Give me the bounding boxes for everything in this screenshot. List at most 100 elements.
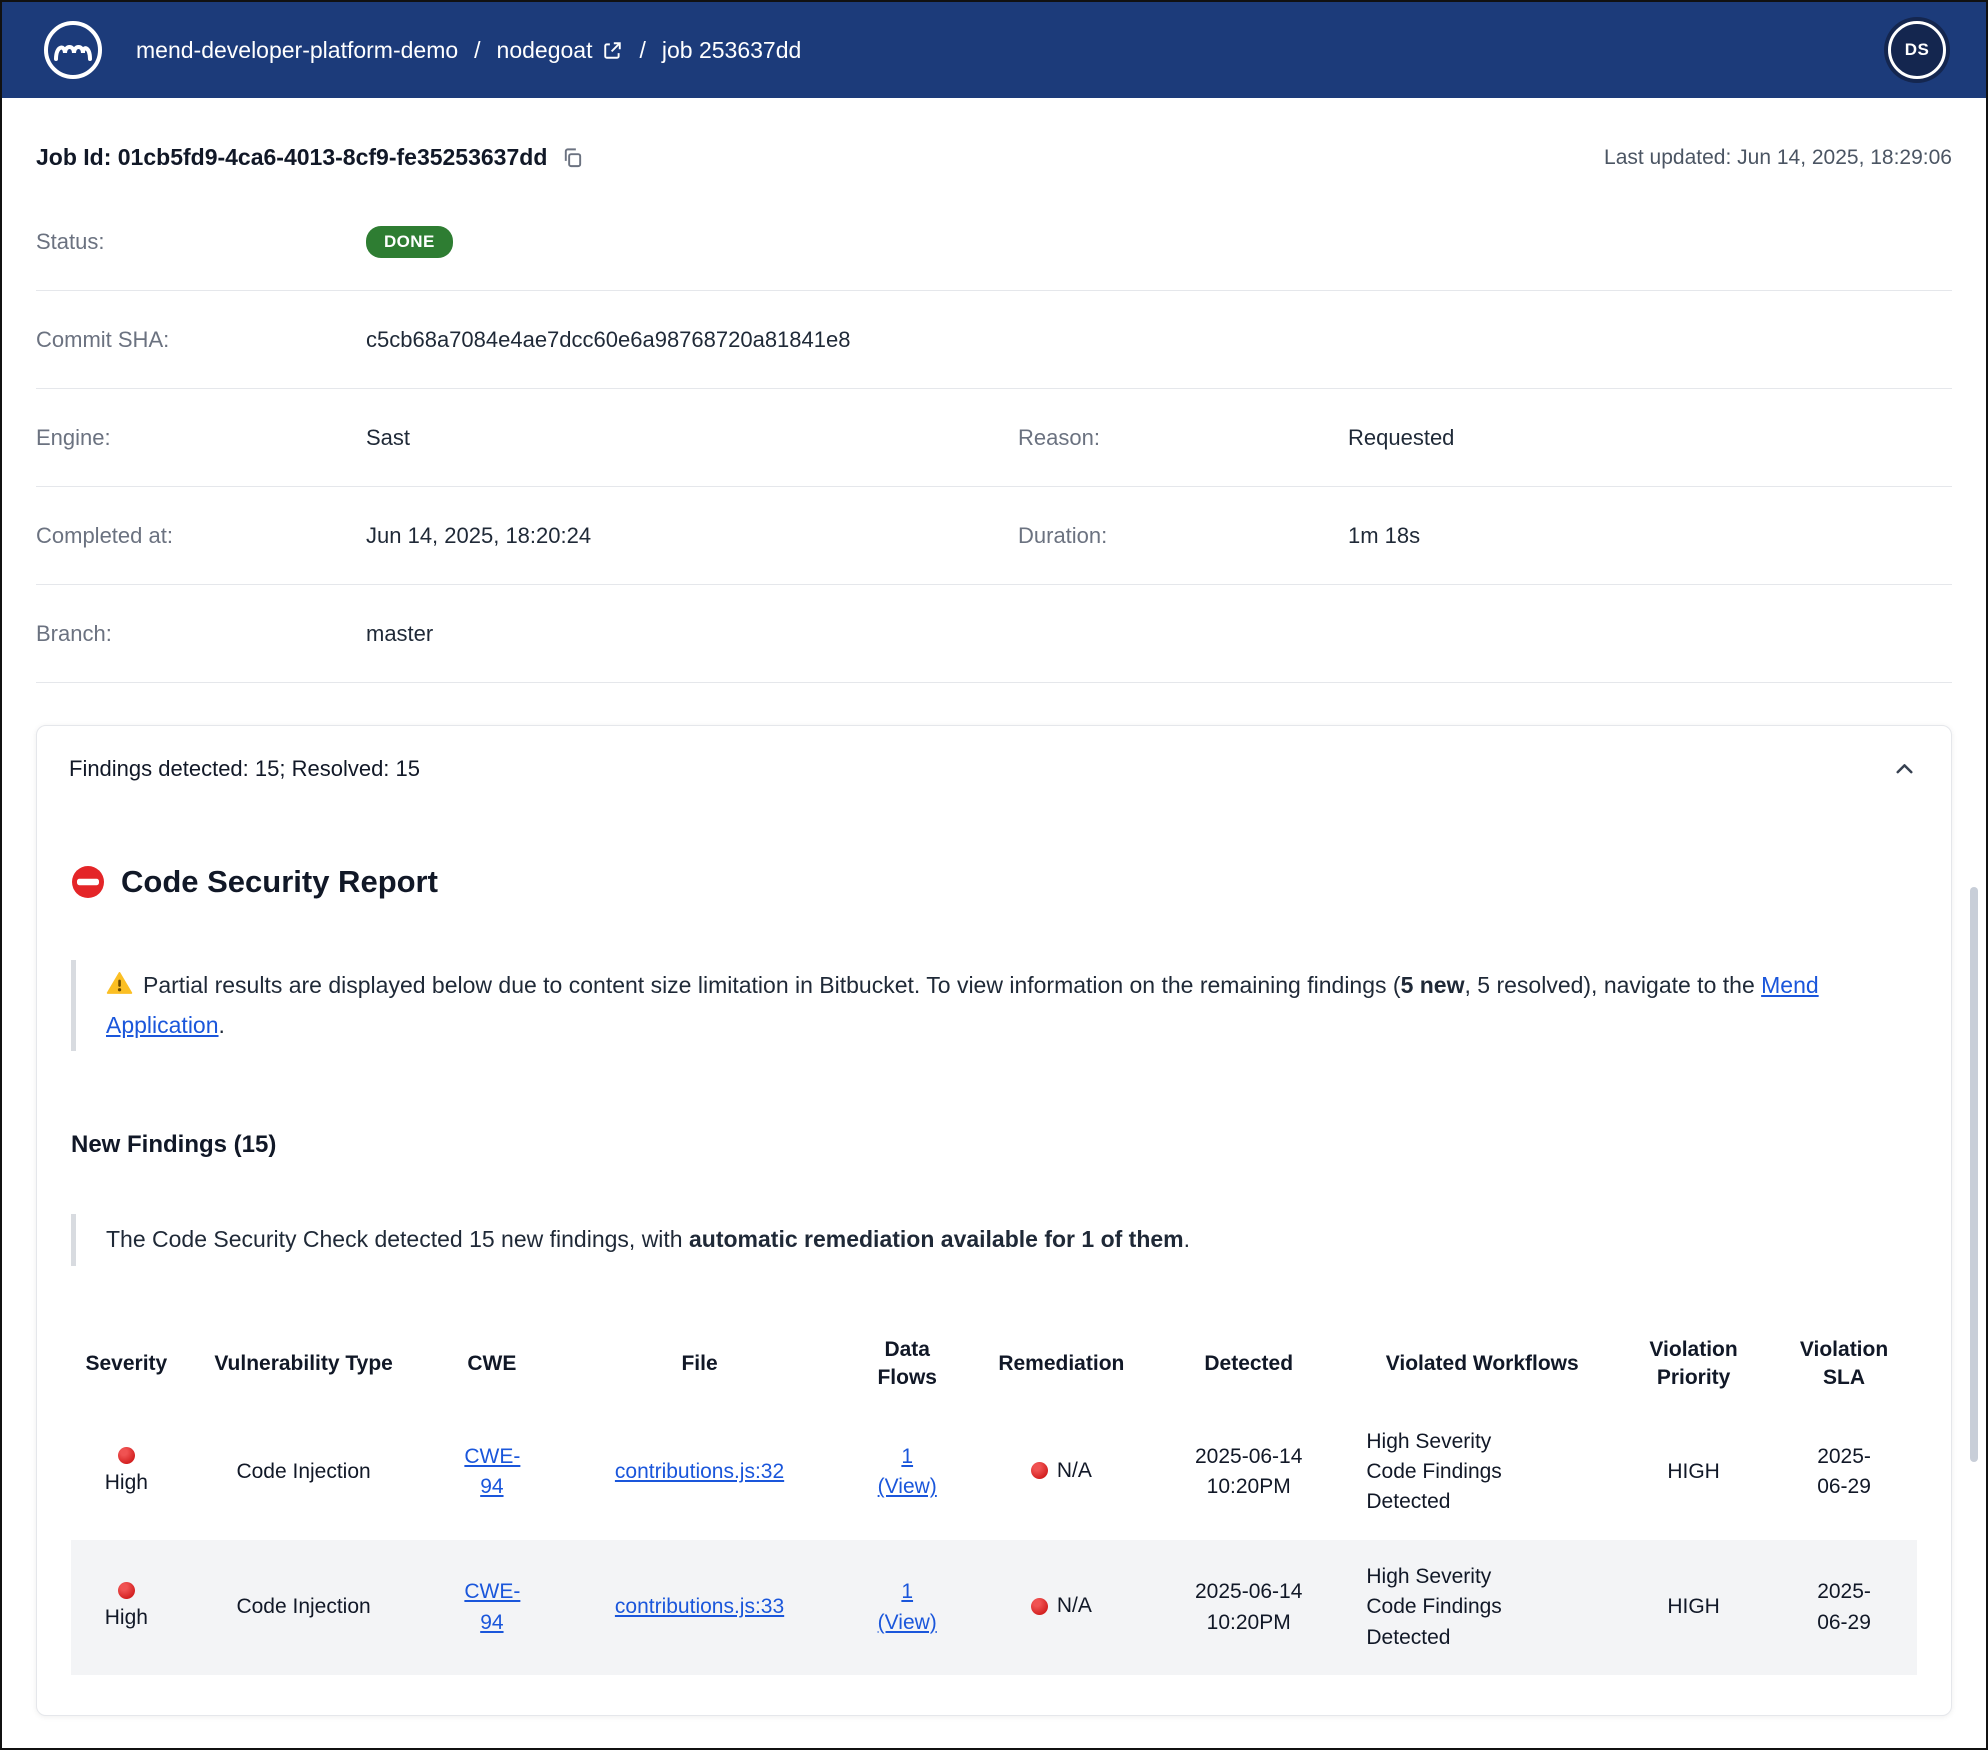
completed-at-value: Jun 14, 2025, 18:20:24 xyxy=(366,523,1018,549)
violated-workflows-cell: High Severity Code Findings Detected xyxy=(1348,1405,1616,1540)
engine-label: Engine: xyxy=(36,425,366,451)
violation-sla-cell: 2025-06-29 xyxy=(1771,1405,1917,1540)
notice-bold: 5 new xyxy=(1401,972,1465,998)
col-detected: Detected xyxy=(1149,1324,1348,1405)
job-details: Status: DONE Commit SHA: c5cb68a7084e4ae… xyxy=(36,193,1952,683)
finding-row: High Code Injection CWE-94 contributions… xyxy=(71,1405,1917,1540)
engine-value: Sast xyxy=(366,425,1018,451)
report-title: Code Security Report xyxy=(121,864,438,900)
warning-icon xyxy=(106,970,133,1008)
col-data-flows: Data Flows xyxy=(841,1324,974,1405)
violation-priority-cell: HIGH xyxy=(1616,1405,1771,1540)
report-title-row: Code Security Report xyxy=(71,864,1917,900)
cwe-link[interactable]: CWE-94 xyxy=(464,1577,519,1638)
detection-summary: The Code Security Check detected 15 new … xyxy=(71,1214,1917,1266)
status-badge: DONE xyxy=(366,226,453,258)
engine-reason-row: Engine: Sast Reason: Requested xyxy=(36,389,1952,487)
no-entry-icon xyxy=(71,865,105,899)
col-file: File xyxy=(558,1324,840,1405)
job-header: Job Id: 01cb5fd9-4ca6-4013-8cf9-fe352536… xyxy=(36,144,1952,171)
detected-cell: 2025-06-14 10:20PM xyxy=(1149,1540,1348,1675)
findings-table: Severity Vulnerability Type CWE File Dat… xyxy=(71,1324,1917,1675)
new-findings-heading: New Findings (15) xyxy=(71,1131,1917,1159)
main-content: Job Id: 01cb5fd9-4ca6-4013-8cf9-fe352536… xyxy=(2,144,1986,683)
breadcrumb-project[interactable]: mend-developer-platform-demo xyxy=(136,37,458,64)
col-violation-priority: Violation Priority xyxy=(1616,1324,1771,1405)
cwe-link[interactable]: CWE-94 xyxy=(464,1442,519,1503)
severity-high-icon xyxy=(118,1447,135,1464)
breadcrumb-repo-label: nodegoat xyxy=(497,37,593,64)
copy-job-id-button[interactable] xyxy=(561,146,584,169)
scrollbar[interactable] xyxy=(1970,887,1978,1462)
file-cell: contributions.js:33 xyxy=(558,1540,840,1675)
code-security-report: Code Security Report Partial results are… xyxy=(65,864,1923,1675)
copy-icon xyxy=(561,146,584,169)
external-link-icon xyxy=(602,40,623,61)
remediation-cell: N/A xyxy=(974,1405,1149,1540)
status-value: DONE xyxy=(366,226,1952,258)
data-flows-cell: 1 (View) xyxy=(841,1540,974,1675)
findings-summary: Findings detected: 15; Resolved: 15 xyxy=(69,756,420,782)
collapse-button[interactable] xyxy=(1892,757,1917,782)
header-row: Severity Vulnerability Type CWE File Dat… xyxy=(71,1324,1917,1405)
detected-cell: 2025-06-14 10:20PM xyxy=(1149,1405,1348,1540)
chevron-up-icon xyxy=(1892,757,1917,782)
file-link[interactable]: contributions.js:32 xyxy=(615,1460,784,1483)
data-flows-link[interactable]: 1 (View) xyxy=(877,1442,937,1503)
reason-value: Requested xyxy=(1348,425,1952,451)
status-label: Status: xyxy=(36,229,366,255)
last-updated: Last updated: Jun 14, 2025, 18:29:06 xyxy=(1604,146,1952,170)
notice-text-3: . xyxy=(219,1012,225,1038)
findings-table-head: Severity Vulnerability Type CWE File Dat… xyxy=(71,1324,1917,1405)
branch-row: Branch: master xyxy=(36,585,1952,683)
commit-sha-value: c5cb68a7084e4ae7dcc60e6a98768720a81841e8 xyxy=(366,327,1952,353)
commit-row: Commit SHA: c5cb68a7084e4ae7dcc60e6a9876… xyxy=(36,291,1952,389)
branch-label: Branch: xyxy=(36,621,366,647)
vulnerability-type-cell: Code Injection xyxy=(182,1405,426,1540)
findings-summary-header: Findings detected: 15; Resolved: 15 xyxy=(65,754,1923,782)
remediation-status-icon xyxy=(1031,1462,1048,1479)
completed-at-label: Completed at: xyxy=(36,523,366,549)
findings-card: Findings detected: 15; Resolved: 15 Code… xyxy=(36,725,1952,1716)
status-row: Status: DONE xyxy=(36,193,1952,291)
remediation-status-icon xyxy=(1031,1598,1048,1615)
file-cell: contributions.js:32 xyxy=(558,1405,840,1540)
breadcrumb-repo[interactable]: nodegoat xyxy=(497,37,624,64)
col-severity: Severity xyxy=(71,1324,182,1405)
breadcrumb-job: job 253637dd xyxy=(662,37,801,64)
detection-summary-bold: automatic remediation available for 1 of… xyxy=(689,1226,1184,1252)
mend-logo[interactable] xyxy=(42,19,104,81)
cwe-cell: CWE-94 xyxy=(425,1540,558,1675)
job-id: Job Id: 01cb5fd9-4ca6-4013-8cf9-fe352536… xyxy=(36,144,547,171)
data-flows-link[interactable]: 1 (View) xyxy=(877,1577,937,1638)
violation-sla-cell: 2025-06-29 xyxy=(1771,1540,1917,1675)
col-violation-sla: Violation SLA xyxy=(1771,1324,1917,1405)
duration-label: Duration: xyxy=(1018,523,1348,549)
data-flows-cell: 1 (View) xyxy=(841,1405,974,1540)
file-link[interactable]: contributions.js:33 xyxy=(615,1595,784,1618)
detection-summary-text-1: The Code Security Check detected 15 new … xyxy=(106,1226,689,1252)
col-cwe: CWE xyxy=(425,1324,558,1405)
severity-high-icon xyxy=(118,1582,135,1599)
severity-cell: High xyxy=(71,1540,182,1675)
violated-workflows-cell: High Severity Code Findings Detected xyxy=(1348,1540,1616,1675)
severity-cell: High xyxy=(71,1405,182,1540)
breadcrumb-separator: / xyxy=(474,37,480,64)
breadcrumb: mend-developer-platform-demo / nodegoat … xyxy=(136,37,801,64)
col-violated-workflows: Violated Workflows xyxy=(1348,1324,1616,1405)
reason-label: Reason: xyxy=(1018,425,1348,451)
detection-summary-text-2: . xyxy=(1184,1226,1190,1252)
breadcrumb-separator: / xyxy=(639,37,645,64)
user-avatar[interactable]: DS xyxy=(1888,21,1946,79)
cwe-cell: CWE-94 xyxy=(425,1405,558,1540)
branch-value: master xyxy=(366,621,1952,647)
col-vulnerability-type: Vulnerability Type xyxy=(182,1324,426,1405)
mend-logo-icon xyxy=(42,19,104,81)
duration-value: 1m 18s xyxy=(1348,523,1952,549)
col-remediation: Remediation xyxy=(974,1324,1149,1405)
vulnerability-type-cell: Code Injection xyxy=(182,1540,426,1675)
commit-sha-label: Commit SHA: xyxy=(36,327,366,353)
findings-table-body: High Code Injection CWE-94 contributions… xyxy=(71,1405,1917,1676)
notice-text-2: , 5 resolved), navigate to the xyxy=(1465,972,1762,998)
finding-row: High Code Injection CWE-94 contributions… xyxy=(71,1540,1917,1675)
